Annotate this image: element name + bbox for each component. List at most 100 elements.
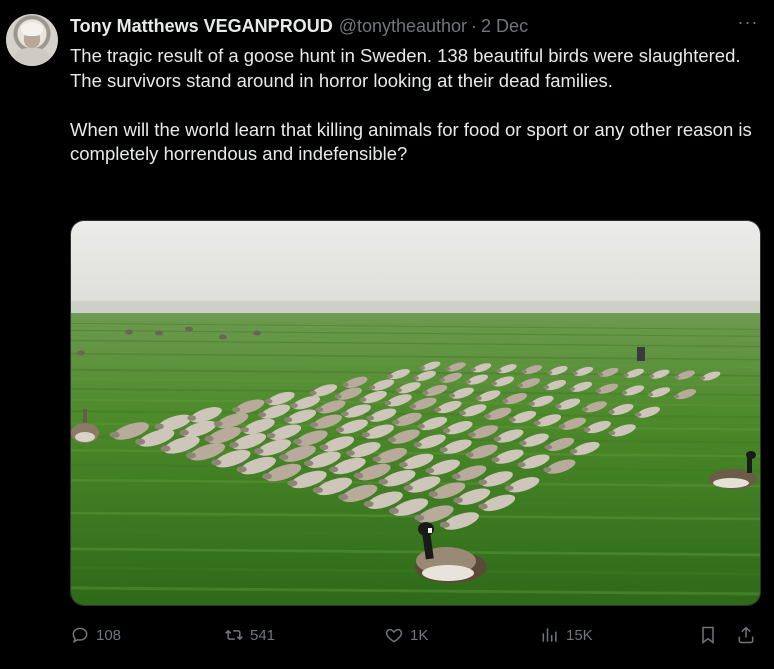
goose-head-mark [290, 403, 298, 408]
goose-head-mark [517, 383, 524, 388]
goose-head-mark [409, 404, 417, 409]
goose-head-mark [508, 417, 516, 422]
goose-head-mark [384, 400, 392, 406]
goose-head-mark [334, 394, 342, 399]
more-options-button[interactable]: ··· [736, 13, 760, 35]
view-count: 15K [566, 626, 593, 644]
goose-head-mark [372, 456, 382, 462]
goose-head-mark [623, 373, 629, 377]
goose-head-mark [266, 432, 276, 439]
goose-head-mark [309, 422, 319, 428]
goose-head-mark [558, 424, 566, 429]
repost-button[interactable]: 541 [224, 622, 275, 648]
tweet-actions: 108 541 1K 15K [0, 622, 774, 648]
goose-head-mark [491, 457, 500, 463]
repost-icon [225, 629, 243, 641]
like-count: 1K [410, 626, 429, 644]
goose-head-mark [254, 448, 264, 454]
goose-head-mark [569, 387, 576, 391]
goose-head-mark [434, 407, 442, 412]
goose-head-mark [465, 452, 474, 458]
tweet-photo[interactable] [70, 220, 761, 606]
goose-head-mark [160, 445, 171, 452]
goose-head-mark [439, 521, 450, 528]
goose-head-mark [417, 423, 425, 429]
share-button[interactable] [736, 622, 756, 648]
goose-head-mark [448, 393, 456, 398]
views-icon [542, 628, 557, 642]
bookmark-button[interactable] [698, 622, 718, 648]
goose-head-mark [439, 378, 446, 382]
distant-goose [219, 334, 227, 340]
distant-goose [185, 326, 193, 332]
goose-head-mark [422, 390, 429, 395]
goose-head-mark [517, 462, 526, 468]
goose-head-mark [491, 381, 498, 386]
goose-head-mark [451, 473, 461, 480]
views-button[interactable]: 15K [540, 622, 593, 648]
goose-head-mark [279, 454, 289, 461]
goose-head-mark [419, 366, 426, 370]
goose-head-mark [572, 371, 578, 376]
goose-head-mark [493, 436, 502, 442]
goose-head-mark [179, 429, 189, 436]
goose-head-mark [363, 500, 374, 508]
user-handle[interactable]: @tonytheauthor [339, 16, 467, 37]
distant-goose [253, 330, 261, 336]
tweet-text: The tragic result of a goose hunt in Swe… [70, 44, 760, 167]
tweet-paragraph: When will the world learn that killing a… [70, 118, 752, 165]
reply-button[interactable]: 108 [70, 622, 121, 648]
share-icon [738, 626, 754, 644]
goose-head-mark [315, 407, 324, 413]
tweet-header: Tony Matthews VEGANPROUD @tonytheauthor … [70, 15, 528, 37]
goose-head-mark [581, 407, 589, 412]
goose-head-mark [543, 385, 550, 390]
goose-head-mark [483, 414, 491, 419]
goose-head-mark [543, 467, 552, 473]
timestamp[interactable]: 2 Dec [481, 16, 528, 37]
goose-head-mark [378, 478, 389, 485]
separator: · [471, 15, 478, 36]
goose-head-mark [229, 441, 239, 448]
goose-head-mark [211, 459, 222, 466]
goose-head-mark [496, 369, 502, 373]
tweet-paragraph: The tragic result of a goose hunt in Swe… [70, 45, 741, 91]
distant-goose [77, 350, 85, 356]
distant-goose [125, 329, 133, 335]
goose-head-mark [353, 472, 364, 479]
goose-head-mark [413, 376, 419, 380]
heart-icon [385, 628, 403, 643]
goose-head-mark [555, 404, 562, 409]
repost-count: 541 [250, 626, 276, 644]
goose-head-mark [213, 421, 223, 427]
goose-head-mark [445, 367, 451, 371]
goose-head-mark [135, 438, 146, 445]
goose-head-mark [647, 392, 654, 397]
goose-head-mark [583, 427, 591, 432]
goose-head-mark [328, 466, 339, 473]
photo-canvas [71, 221, 760, 605]
goose-head-mark [442, 428, 451, 433]
goose-head-mark [387, 374, 393, 379]
goose-head-mark [453, 497, 463, 504]
goose-head-mark [478, 503, 488, 510]
goose-head-mark [569, 448, 578, 454]
goose-head-mark [478, 479, 488, 485]
goose-head-mark [391, 419, 400, 425]
goose-head-mark [501, 399, 509, 404]
goose-head-mark [649, 374, 655, 378]
reply-count: 108 [96, 626, 122, 644]
goose-head-mark [428, 491, 438, 498]
like-button[interactable]: 1K [384, 622, 428, 648]
goose-head-mark [303, 460, 314, 467]
goose-head-mark [319, 444, 329, 450]
goose-head-mark [414, 514, 425, 521]
avatar[interactable] [6, 14, 58, 66]
goose-head-mark [293, 438, 302, 445]
goose-head-mark [425, 467, 435, 474]
goose-head-mark [403, 485, 413, 491]
bookmark-icon [702, 626, 714, 644]
goose-head-mark [232, 407, 241, 413]
hunting-stand [637, 347, 645, 361]
display-name[interactable]: Tony Matthews VEGANPROUD [70, 16, 333, 37]
